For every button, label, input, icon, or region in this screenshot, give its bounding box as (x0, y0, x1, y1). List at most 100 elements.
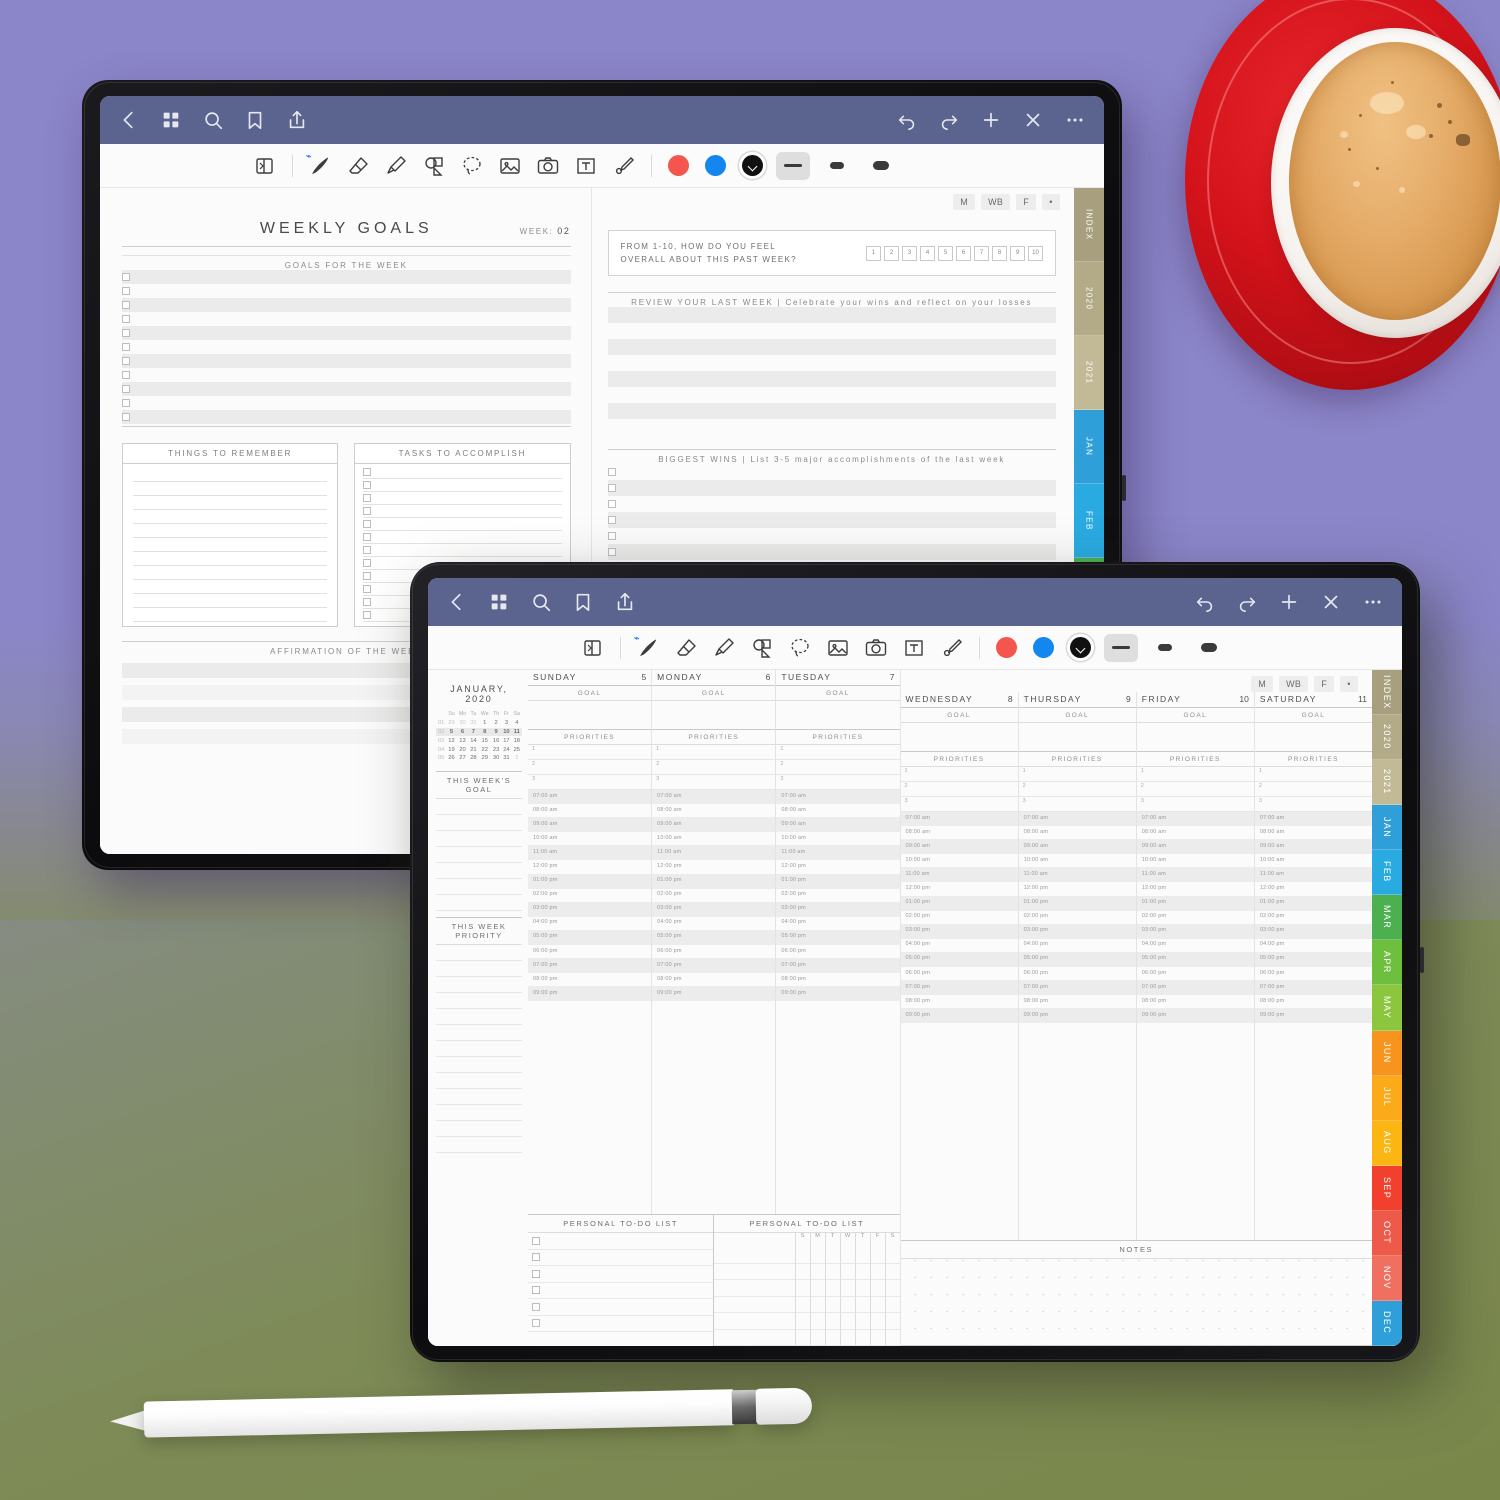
week-priority-line[interactable] (436, 1039, 522, 1041)
review-line[interactable] (607, 355, 1056, 372)
habit-cell[interactable] (854, 1247, 870, 1264)
review-line[interactable] (607, 339, 1056, 356)
month-tab-index[interactable]: INDEX (1372, 670, 1402, 716)
time-slot[interactable]: 08:00 pm (1254, 995, 1372, 1010)
lasso-select-icon[interactable] (785, 634, 815, 662)
month-tab-oct[interactable]: OCT (1372, 1210, 1402, 1256)
camera-icon[interactable] (861, 634, 891, 662)
month-tabs-front[interactable]: INDEX 2020 2021 JAN FEB MAR APR MAY JUN JUL AUG SEP… (1372, 670, 1402, 1346)
task-row[interactable] (363, 531, 562, 544)
habit-cell[interactable] (884, 1296, 900, 1313)
remember-line[interactable] (133, 621, 328, 622)
habit-cell[interactable] (869, 1280, 885, 1297)
habit-cell[interactable] (809, 1329, 825, 1346)
weeks-goal-line[interactable] (436, 893, 522, 895)
time-slot[interactable]: 05:00 pm (1018, 952, 1136, 968)
weeks-goal-line[interactable] (436, 829, 522, 831)
time-slot[interactable]: 06:00 pm (652, 945, 776, 960)
day-priority-row[interactable]: 1 (900, 767, 1018, 782)
personal-todo-list[interactable] (528, 1233, 714, 1332)
goal-row[interactable] (122, 396, 571, 410)
time-slot[interactable]: 04:00 pm (652, 917, 776, 931)
add-page-icon[interactable] (1278, 591, 1300, 613)
time-slot[interactable]: 04:00 pm (776, 917, 900, 931)
todo-row[interactable] (528, 1283, 714, 1299)
habit-cell[interactable] (809, 1280, 825, 1297)
todo-checkbox[interactable] (532, 1302, 540, 1311)
day-goal-field[interactable] (1254, 722, 1372, 752)
week-priority-line[interactable] (436, 1055, 522, 1057)
task-checkbox[interactable] (363, 507, 372, 515)
task-checkbox[interactable] (363, 598, 372, 606)
highlighter-icon[interactable] (709, 634, 739, 662)
medium-stroke-button[interactable] (820, 152, 854, 180)
calendar-day[interactable]: 17 (501, 736, 511, 745)
habit-row[interactable] (714, 1296, 900, 1313)
remember-line[interactable] (133, 523, 328, 524)
task-checkbox[interactable] (363, 559, 372, 567)
goal-checkbox[interactable] (122, 371, 130, 379)
time-slot[interactable]: 03:00 pm (528, 902, 652, 917)
habit-cell[interactable] (854, 1329, 870, 1346)
time-slot[interactable]: 10:00 am (1254, 854, 1372, 869)
day-priority-row[interactable]: 2 (1136, 782, 1254, 797)
time-slot[interactable]: 10:00 am (528, 832, 652, 847)
review-line[interactable] (607, 403, 1056, 420)
time-slot[interactable]: 08:00 pm (1136, 995, 1254, 1010)
eraser-icon[interactable] (343, 152, 373, 180)
day-priority-row[interactable]: 3 (652, 775, 776, 790)
calendar-day[interactable]: 23 (491, 745, 501, 754)
habit-label-field[interactable] (714, 1280, 795, 1297)
task-row[interactable] (363, 505, 562, 518)
task-checkbox[interactable] (363, 468, 372, 476)
remember-line[interactable] (133, 593, 328, 594)
search-icon[interactable] (202, 109, 224, 131)
time-slot[interactable]: 08:00 am (900, 826, 1018, 841)
time-slot[interactable]: 09:00 am (776, 818, 900, 833)
day-priority-row[interactable]: 1 (1018, 767, 1136, 782)
time-slot[interactable]: 04:00 pm (900, 939, 1018, 953)
more-options-icon[interactable] (1064, 109, 1086, 131)
calendar-day[interactable]: 4 (512, 719, 522, 728)
month-tab-jan[interactable]: JAN (1372, 805, 1402, 851)
mode-chip-dot[interactable]: • (1340, 676, 1358, 692)
remember-line[interactable] (133, 607, 328, 608)
week-priority-line[interactable] (436, 1023, 522, 1025)
weeks-goal-line[interactable] (436, 813, 522, 815)
time-slot[interactable]: 01:00 pm (1018, 896, 1136, 911)
time-slot[interactable]: 02:00 pm (900, 911, 1018, 925)
habit-cell[interactable] (839, 1313, 855, 1330)
sticker-icon[interactable] (937, 634, 967, 662)
habit-cell[interactable] (884, 1263, 900, 1280)
day-priority-row[interactable]: 1 (1254, 767, 1372, 782)
week-priority-line[interactable] (436, 1135, 522, 1137)
eraser-icon[interactable] (671, 634, 701, 662)
calendar-day[interactable]: 7 (468, 728, 478, 737)
rating-4[interactable]: 4 (920, 245, 935, 261)
week-priority-line[interactable] (436, 975, 522, 977)
habit-row[interactable] (714, 1280, 900, 1297)
remember-line[interactable] (133, 509, 328, 510)
calendar-day[interactable]: 25 (512, 745, 522, 754)
month-tab-feb[interactable]: FEB (1372, 850, 1402, 896)
day-goal-field[interactable] (1018, 722, 1136, 752)
thick-stroke-button[interactable] (864, 152, 898, 180)
time-slot[interactable]: 07:00 am (900, 812, 1018, 827)
habit-cell[interactable] (809, 1263, 825, 1280)
time-slot[interactable]: 07:00 am (528, 790, 652, 805)
calendar-day[interactable]: 18 (512, 736, 522, 745)
weeks-goal-line[interactable] (436, 877, 522, 879)
time-slot[interactable]: 05:00 pm (1254, 952, 1372, 968)
time-slot[interactable]: 10:00 am (776, 832, 900, 847)
pen-icon[interactable]: ⌁ (633, 633, 663, 662)
calendar-day[interactable]: 10 (501, 728, 511, 737)
goal-row[interactable] (122, 382, 571, 396)
goal-row[interactable] (122, 270, 571, 284)
time-slot[interactable]: 10:00 am (900, 854, 1018, 869)
habit-label-field[interactable] (714, 1297, 795, 1313)
habit-cell[interactable] (809, 1313, 825, 1330)
habit-row[interactable] (714, 1329, 900, 1346)
month-tab-aug[interactable]: AUG (1372, 1120, 1402, 1166)
rating-1[interactable]: 1 (866, 245, 881, 261)
calendar-day[interactable]: 30 (491, 754, 501, 763)
